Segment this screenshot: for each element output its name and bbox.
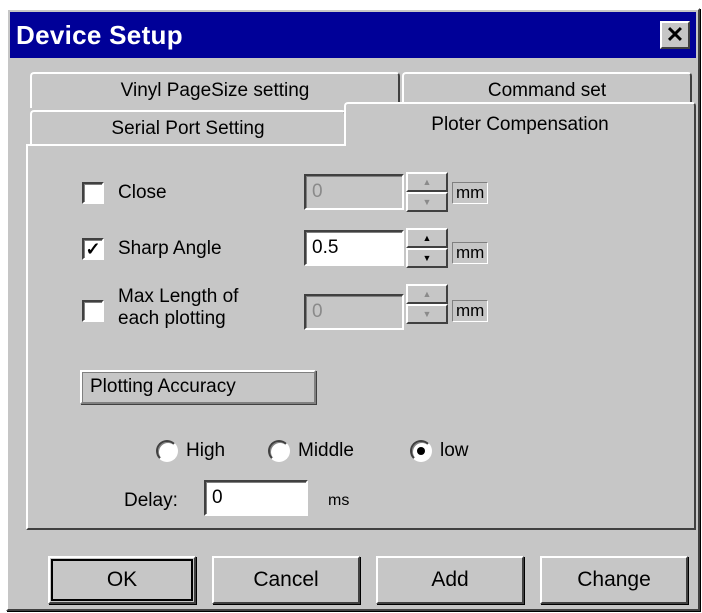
max-length-label-line1: Max Length of (118, 286, 239, 307)
sharp-angle-value-field[interactable]: 0.5 (304, 230, 404, 266)
accuracy-high-radio[interactable] (156, 440, 178, 462)
sharp-angle-unit: mm (452, 242, 489, 264)
tab-label: Command set (487, 80, 607, 101)
close-button[interactable]: ✕ (660, 21, 690, 49)
sharp-angle-spinner[interactable]: ▲ ▼ (406, 228, 448, 268)
add-button-label: Add (431, 568, 469, 591)
max-length-unit: mm (452, 300, 489, 322)
accuracy-low-label: low (440, 440, 469, 461)
close-label: Close (118, 182, 167, 203)
spin-up-icon[interactable]: ▲ (406, 284, 448, 304)
accuracy-low-radio[interactable] (410, 440, 432, 462)
spin-down-icon[interactable]: ▼ (406, 248, 448, 268)
add-button[interactable]: Add (376, 556, 524, 604)
tab-serial-port-setting[interactable]: Serial Port Setting (30, 110, 346, 146)
ok-button-label: OK (106, 568, 138, 591)
change-button[interactable]: Change (540, 556, 688, 604)
sharp-angle-label: Sharp Angle (118, 238, 222, 259)
close-checkbox[interactable] (82, 182, 104, 204)
accuracy-middle-radio[interactable] (268, 440, 290, 462)
accuracy-middle-label: Middle (298, 440, 354, 461)
cancel-button-label: Cancel (253, 568, 319, 591)
close-icon: ✕ (665, 22, 685, 47)
delay-unit: ms (328, 492, 350, 509)
plotting-accuracy-text: Plotting Accuracy (90, 376, 236, 397)
cancel-button[interactable]: Cancel (212, 556, 360, 604)
spin-up-icon[interactable]: ▲ (406, 172, 448, 192)
close-value-field[interactable]: 0 (304, 174, 404, 210)
max-length-checkbox[interactable] (82, 300, 104, 322)
spin-down-icon[interactable]: ▼ (406, 304, 448, 324)
title-bar[interactable]: Device Setup ✕ (10, 12, 696, 58)
accuracy-high-label: High (186, 440, 226, 461)
close-spinner[interactable]: ▲ ▼ (406, 172, 448, 212)
max-length-label-line2: each plotting (118, 308, 226, 329)
window-title: Device Setup (16, 20, 183, 50)
device-setup-dialog: Device Setup ✕ Vinyl PageSize setting Co… (6, 8, 700, 611)
delay-label: Delay: (124, 490, 178, 511)
change-button-label: Change (577, 568, 651, 591)
tab-label: Ploter Compensation (431, 114, 609, 135)
spin-up-icon[interactable]: ▲ (406, 228, 448, 248)
tab-label: Serial Port Setting (111, 118, 265, 139)
max-length-value-field[interactable]: 0 (304, 294, 404, 330)
spin-down-icon[interactable]: ▼ (406, 192, 448, 212)
plotting-accuracy-label: Plotting Accuracy (80, 370, 316, 404)
max-length-spinner[interactable]: ▲ ▼ (406, 284, 448, 324)
sharp-angle-checkbox[interactable]: ✓ (82, 238, 104, 260)
plotter-compensation-panel: Close 0 ▲ ▼ mm ✓ Sharp Angle 0.5 ▲ ▼ mm … (26, 144, 696, 530)
close-unit: mm (452, 182, 489, 204)
delay-input[interactable]: 0 (204, 480, 308, 516)
tab-label: Vinyl PageSize setting (120, 80, 310, 101)
tab-plotter-compensation[interactable]: Ploter Compensation (344, 102, 696, 146)
checkmark-icon: ✓ (85, 239, 101, 259)
ok-button[interactable]: OK (48, 556, 196, 604)
